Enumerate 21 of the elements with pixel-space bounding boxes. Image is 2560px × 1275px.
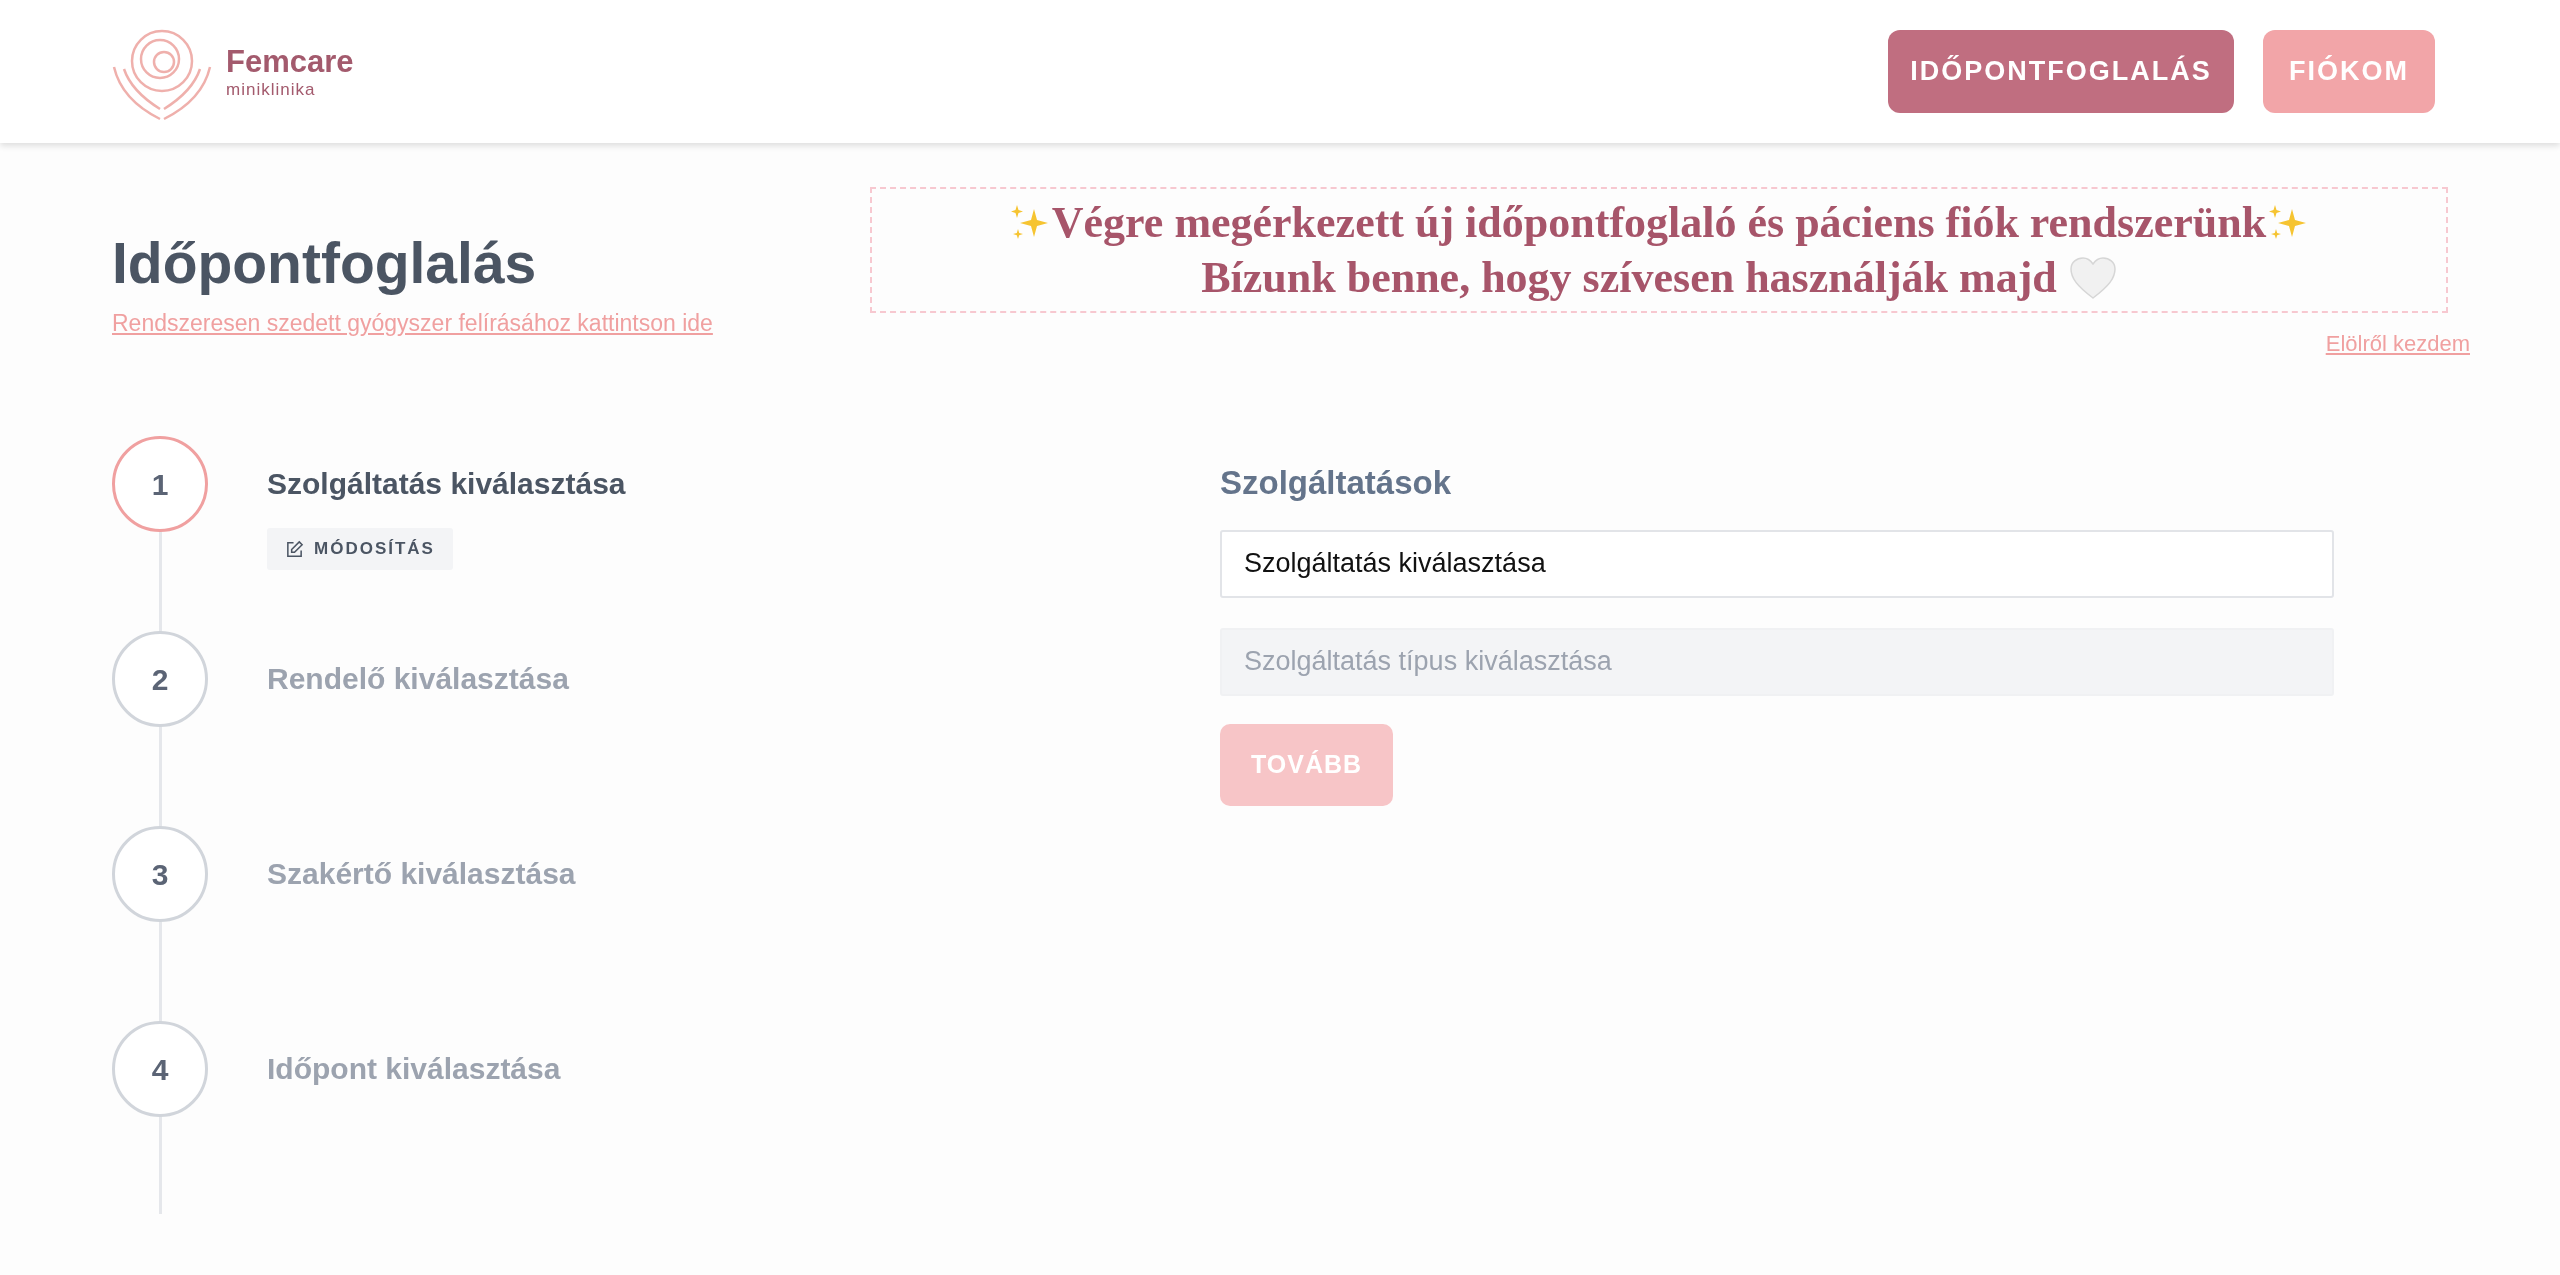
edit-icon — [285, 539, 304, 559]
step-number: 1 — [112, 436, 208, 532]
select-field[interactable]: Szolgáltatás kiválasztása — [1220, 529, 2334, 598]
step-label: Rendelő kiválasztása — [267, 661, 569, 697]
step-number: 2 — [112, 631, 208, 727]
account-button[interactable]: FIÓKOM — [2263, 30, 2435, 113]
step-label: Időpont kiválasztása — [267, 1051, 561, 1087]
step-number: 3 — [112, 826, 208, 922]
step-number: 4 — [112, 1021, 208, 1117]
announcement-text: Bízunk benne, hogy szívesen használják majd — [1201, 252, 2057, 304]
announcement-text: Végre megérkezett új időpontfoglaló és páciens fiók rendszerünk — [1051, 197, 2267, 249]
booking-button[interactable]: IDŐPONTFOGLALÁS — [1888, 30, 2234, 113]
step-label: Szolgáltatás kiválasztása — [267, 466, 626, 502]
brand-subtitle: miniklinika — [226, 80, 317, 98]
edit-button[interactable]: MÓDOSÍTÁS — [267, 528, 453, 570]
restart-link[interactable]: Elölről kezdem — [2325, 327, 2470, 360]
brand-name: Femcare — [226, 45, 354, 77]
prescription-link[interactable]: Rendszeresen szedett gyógyszer felírásához kattintson ide — [112, 306, 713, 341]
section-heading: Szolgáltatások — [1220, 463, 1453, 503]
step-label: Szakértő kiválasztása — [267, 856, 576, 892]
heart-icon — [2068, 255, 2117, 300]
